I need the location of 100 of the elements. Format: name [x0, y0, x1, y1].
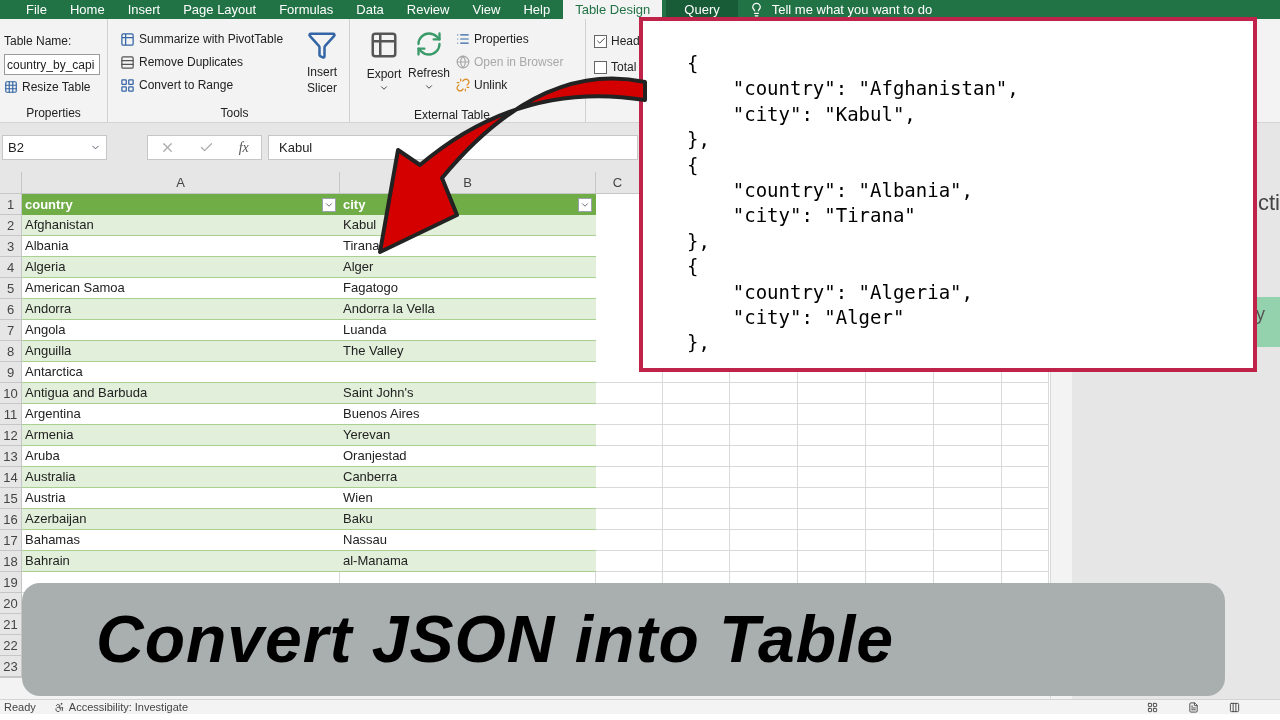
- normal-view-icon[interactable]: [1147, 701, 1158, 713]
- check-icon: [595, 36, 606, 46]
- empty-cell: [663, 509, 730, 530]
- pane-item[interactable]: y: [1256, 297, 1280, 347]
- ribbon-tab[interactable]: Page Layout: [173, 0, 267, 19]
- empty-cell: [934, 446, 1002, 467]
- tools-command-button[interactable]: Summarize with PivotTable: [120, 30, 302, 48]
- page-break-icon[interactable]: [1229, 701, 1240, 713]
- empty-cell: [866, 509, 934, 530]
- row-number[interactable]: 9: [0, 362, 22, 383]
- grid-icon: [120, 77, 135, 93]
- code-line: },: [687, 127, 710, 153]
- checkbox[interactable]: [594, 34, 607, 48]
- table-cell: Antigua and Barbuda: [22, 383, 340, 404]
- ribbon-tab[interactable]: Insert: [117, 0, 171, 19]
- column-header[interactable]: A: [22, 172, 340, 193]
- row-number[interactable]: 22: [0, 635, 22, 656]
- resize-table-button[interactable]: Resize Table: [4, 78, 103, 96]
- ribbon-tab[interactable]: Data: [346, 0, 394, 19]
- caret-icon: [424, 82, 434, 92]
- row-number[interactable]: 5: [0, 278, 22, 299]
- code-line: "city": "Tirana": [731, 203, 916, 229]
- ribbon-tab[interactable]: Formulas: [269, 0, 344, 19]
- banner-title: Convert JSON into Table: [96, 601, 894, 678]
- table-cell: Australia: [22, 467, 340, 488]
- code-line: "country": "Algeria",: [731, 279, 973, 305]
- row-number[interactable]: 3: [0, 236, 22, 257]
- table-cell: Baku: [340, 509, 596, 530]
- empty-cell: [866, 530, 934, 551]
- name-box[interactable]: B2: [2, 135, 107, 160]
- ribbon-tab[interactable]: View: [462, 0, 511, 19]
- empty-cell: [798, 488, 866, 509]
- function-button[interactable]: fx: [238, 137, 249, 158]
- empty-cell: [798, 530, 866, 551]
- ribbon-tab[interactable]: Home: [59, 0, 115, 19]
- row-number[interactable]: 21: [0, 614, 22, 635]
- ribbon-tab[interactable]: Help: [513, 0, 561, 19]
- row-number[interactable]: 17: [0, 530, 22, 551]
- empty-cell: [934, 467, 1002, 488]
- ribbon-tab[interactable]: File: [16, 0, 57, 19]
- pane-heading: cti: [1258, 189, 1280, 217]
- row-number[interactable]: 8: [0, 341, 22, 362]
- empty-cell: [866, 488, 934, 509]
- row-number[interactable]: 7: [0, 320, 22, 341]
- row-number[interactable]: 11: [0, 404, 22, 425]
- ribbon-tab[interactable]: Review: [396, 0, 460, 19]
- column-label: country: [25, 195, 73, 214]
- ribbon-tab[interactable]: Table Design: [563, 0, 663, 19]
- external-data-command[interactable]: Unlink: [456, 76, 508, 94]
- external-data-command[interactable]: Properties: [456, 30, 529, 48]
- row-number[interactable]: 18: [0, 551, 22, 572]
- row-number[interactable]: 13: [0, 446, 22, 467]
- insert-slicer-button[interactable]: Insert Slicer: [302, 30, 342, 96]
- row-number[interactable]: 4: [0, 257, 22, 278]
- checkbox[interactable]: [594, 60, 607, 74]
- empty-cell: [798, 446, 866, 467]
- code-line: },: [687, 330, 710, 356]
- row-number[interactable]: 10: [0, 383, 22, 404]
- row-number[interactable]: 23: [0, 656, 22, 677]
- table-icon: [369, 30, 399, 60]
- table-name-field[interactable]: country_by_capi: [4, 54, 100, 75]
- table-cell: Algeria: [22, 257, 340, 278]
- table-cell: Yerevan: [340, 425, 596, 446]
- empty-cell: [730, 509, 798, 530]
- row-number[interactable]: 16: [0, 509, 22, 530]
- empty-cell: [730, 530, 798, 551]
- tell-me-search[interactable]: Tell me what you want to do: [771, 0, 933, 19]
- row-number[interactable]: 2: [0, 215, 22, 236]
- accessibility-status[interactable]: Accessibility: Investigate: [68, 700, 188, 714]
- empty-cell: [730, 446, 798, 467]
- filter-dropdown-button[interactable]: [578, 197, 592, 212]
- row-number[interactable]: 14: [0, 467, 22, 488]
- row-number[interactable]: 15: [0, 488, 22, 509]
- empty-cell: [663, 467, 730, 488]
- status-text: Ready: [4, 700, 36, 714]
- empty-cell: [866, 404, 934, 425]
- column-header[interactable]: C: [596, 172, 639, 193]
- export-button[interactable]: Export: [362, 30, 406, 94]
- table-cell: Afghanistan: [22, 215, 340, 236]
- empty-cell: [798, 383, 866, 404]
- row-number[interactable]: 6: [0, 299, 22, 320]
- filter-dropdown-button[interactable]: [322, 197, 336, 212]
- tools-command-button[interactable]: Remove Duplicates: [120, 53, 302, 71]
- empty-cell: [798, 467, 866, 488]
- row-number[interactable]: 1: [0, 194, 22, 215]
- code-line: "city": "Alger": [731, 305, 905, 331]
- group-label: Tools: [219, 105, 250, 122]
- row-number[interactable]: 19: [0, 572, 22, 593]
- page-layout-icon[interactable]: [1188, 701, 1199, 713]
- empty-cell: [730, 383, 798, 404]
- empty-cell: [934, 488, 1002, 509]
- table-cell: Armenia: [22, 425, 340, 446]
- empty-cell: [730, 404, 798, 425]
- tools-command-button[interactable]: Convert to Range: [120, 76, 302, 94]
- empty-cell: [934, 425, 1002, 446]
- row-number[interactable]: 12: [0, 425, 22, 446]
- refresh-icon: [415, 30, 443, 58]
- refresh-button[interactable]: Refresh: [406, 30, 452, 94]
- empty-cell: [798, 509, 866, 530]
- row-number[interactable]: 20: [0, 593, 22, 614]
